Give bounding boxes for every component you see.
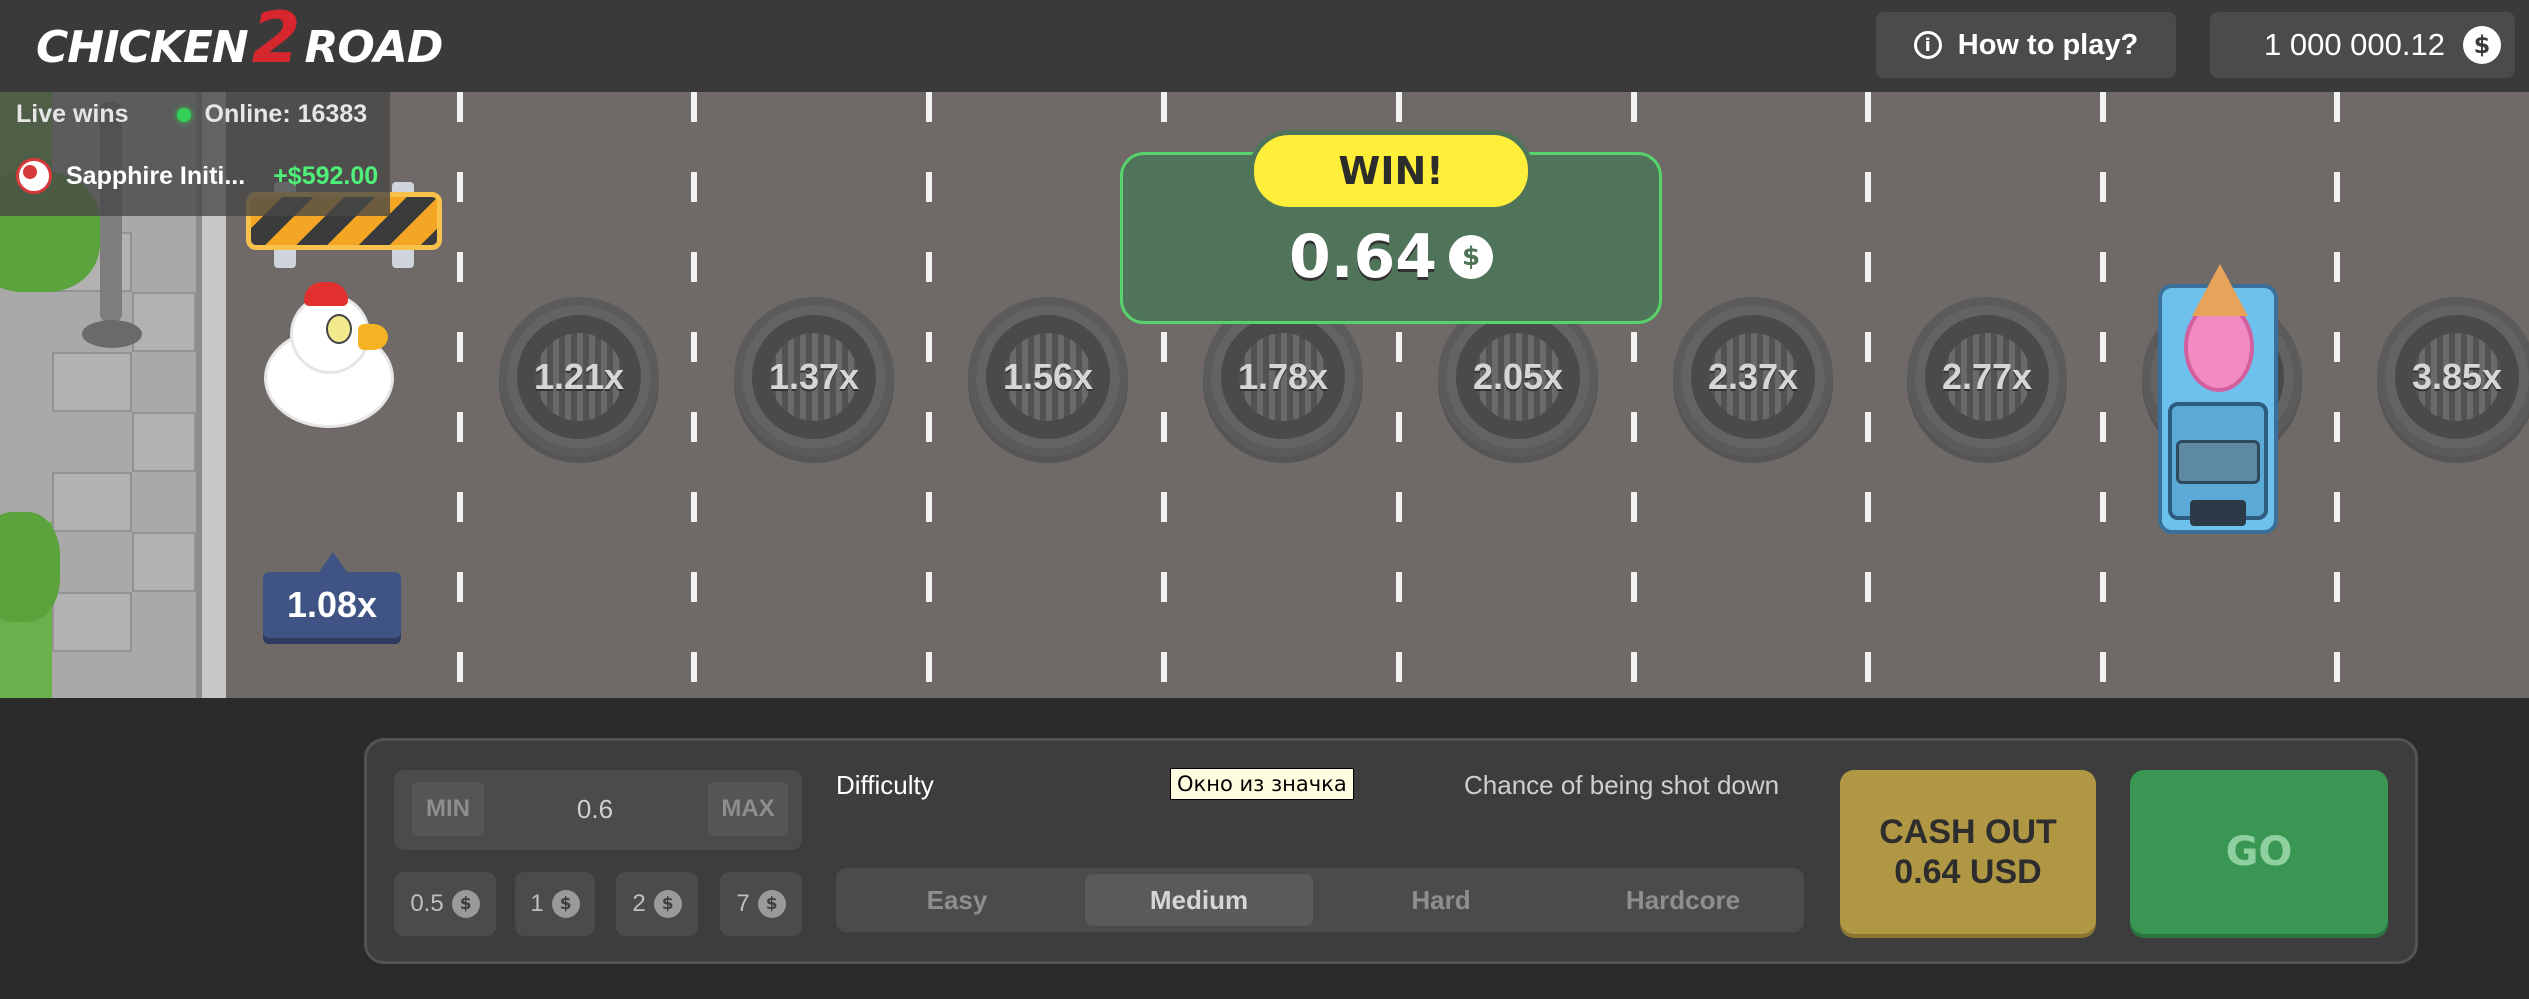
win-amount: 0.64 $ <box>1120 222 1662 292</box>
chip-value: 0.5 <box>410 890 444 917</box>
lane-multiplier: 1.56x <box>1002 356 1094 397</box>
game-logo: CHICKEN 2 ROAD <box>36 0 443 80</box>
coin-icon: $ <box>2463 26 2501 64</box>
how-to-play-button[interactable]: i How to play? <box>1876 12 2176 78</box>
live-wins-header: Live wins Online: 16383 <box>16 100 367 129</box>
coin-icon: $ <box>1449 235 1494 279</box>
win-title: WIN! <box>1249 130 1533 212</box>
lane-multiplier: 1.37x <box>768 356 860 397</box>
lane-divider <box>926 92 932 698</box>
ice-cream-truck <box>2146 264 2290 540</box>
lane-manhole-6[interactable]: 2.37x <box>1673 297 1833 457</box>
tooltip: Окно из значка <box>1170 768 1354 800</box>
bet-chip-2[interactable]: 2 $ <box>616 872 698 936</box>
coin-icon: $ <box>551 890 580 918</box>
online-count: Online: 16383 <box>204 100 368 128</box>
logo-text-right: ROAD <box>304 21 443 73</box>
lane-manhole-1[interactable]: 1.21x <box>499 297 659 457</box>
lane-manhole-2[interactable]: 1.37x <box>734 297 894 457</box>
pavement-tile <box>132 412 196 472</box>
chicken-beak <box>358 324 388 350</box>
current-multiplier-tag: 1.08x <box>263 552 401 638</box>
difficulty-easy[interactable]: Easy <box>843 874 1071 926</box>
cash-out-amount: 0.64 USD <box>1894 853 2042 891</box>
lane-manhole-7[interactable]: 2.77x <box>1907 297 2067 457</box>
lane-divider <box>457 92 463 698</box>
player-name: Sapphire Initi... <box>66 161 246 190</box>
bet-amount-value[interactable]: 0.6 <box>540 782 650 836</box>
live-win-entry: Sapphire Initi... +$592.00 <box>16 158 378 194</box>
chicken-character <box>254 282 404 438</box>
difficulty-medium[interactable]: Medium <box>1085 874 1313 926</box>
live-wins-label: Live wins <box>16 100 129 128</box>
go-button[interactable]: GO <box>2130 770 2388 934</box>
player-win-amount: +$592.00 <box>273 161 379 190</box>
lane-divider <box>2100 92 2106 698</box>
lane-divider <box>2334 92 2340 698</box>
bet-chip-1[interactable]: 1 $ <box>515 872 595 936</box>
lane-multiplier: 2.05x <box>1472 356 1564 397</box>
win-amount-value: 0.64 <box>1288 222 1438 292</box>
game-screen: CHICKEN 2 ROAD i How to play? 1 000 000.… <box>0 0 2529 999</box>
lane-multiplier: 1.21x <box>533 356 625 397</box>
bet-max-button[interactable]: MAX <box>708 782 788 836</box>
lane-multiplier: 2.77x <box>1941 356 2033 397</box>
coin-icon: $ <box>653 890 682 918</box>
balance-display: 1 000 000.12 $ <box>2210 12 2515 78</box>
pavement-tile <box>52 472 132 532</box>
chance-label: Chance of being shot down <box>1464 770 1780 800</box>
bush <box>0 512 60 622</box>
bet-chip-0-5[interactable]: 0.5 $ <box>394 872 496 936</box>
lane-multiplier: 2.37x <box>1707 356 1799 397</box>
lane-divider <box>1865 92 1871 698</box>
cash-out-button[interactable]: CASH OUT 0.64 USD <box>1840 770 2096 934</box>
info-icon: i <box>1913 31 1942 59</box>
ice-cream-cone <box>2192 264 2248 316</box>
cash-out-label: CASH OUT <box>1879 813 2057 851</box>
bet-chip-7[interactable]: 7 $ <box>720 872 802 936</box>
balance-value: 1 000 000.12 <box>2263 27 2445 62</box>
lane-manhole-9[interactable]: 3.85x <box>2377 297 2529 457</box>
chip-value: 7 <box>736 890 750 917</box>
pavement-tile <box>132 532 196 592</box>
pavement-tile <box>132 292 196 352</box>
difficulty-hardcore[interactable]: Hardcore <box>1569 874 1797 926</box>
logo-number: 2 <box>251 0 301 79</box>
logo-text-left: CHICKEN <box>36 21 249 73</box>
flag-icon <box>16 158 52 194</box>
chicken-comb <box>304 282 348 306</box>
truck-grill <box>2190 500 2246 526</box>
difficulty-label: Difficulty <box>836 770 934 800</box>
coin-icon: $ <box>451 890 480 918</box>
difficulty-hard[interactable]: Hard <box>1327 874 1555 926</box>
street-lamp-base <box>82 320 142 348</box>
top-bar: CHICKEN 2 ROAD i How to play? 1 000 000.… <box>0 0 2529 92</box>
pavement-tile <box>52 592 132 652</box>
online-status-icon <box>176 107 191 122</box>
bet-min-button[interactable]: MIN <box>412 782 484 836</box>
chip-value: 1 <box>530 890 544 917</box>
lane-multiplier: 3.85x <box>2411 356 2503 397</box>
lane-multiplier: 1.78x <box>1237 356 1329 397</box>
chip-value: 2 <box>632 890 646 917</box>
coin-icon: $ <box>757 890 786 918</box>
pavement-tile <box>52 352 132 412</box>
chicken-eye <box>326 314 352 344</box>
lane-manhole-3[interactable]: 1.56x <box>968 297 1128 457</box>
truck-windshield <box>2176 440 2260 484</box>
lane-divider <box>691 92 697 698</box>
how-to-play-label: How to play? <box>1957 28 2139 61</box>
